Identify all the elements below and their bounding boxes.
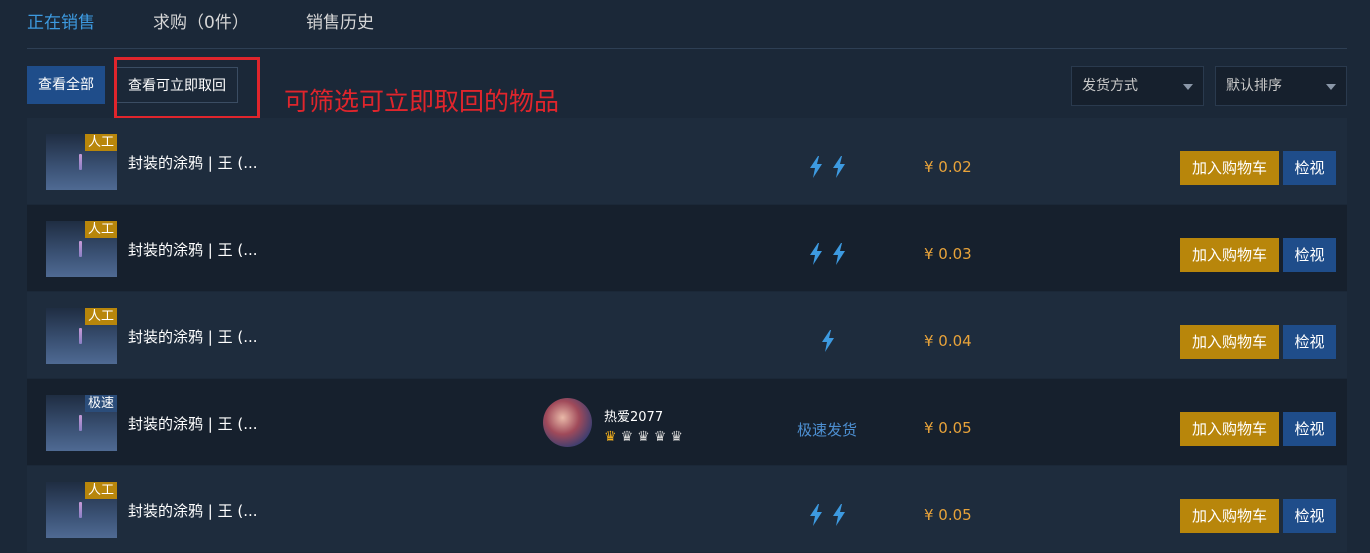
- item-name[interactable]: 封装的涂鸦 | 王 (...: [128, 239, 258, 260]
- lightning-icon: [810, 504, 822, 526]
- manual-tag: 人工: [84, 308, 117, 325]
- seller-avatar[interactable]: [543, 398, 592, 447]
- manual-tag: 人工: [84, 482, 117, 499]
- manual-tag: 人工: [84, 134, 117, 151]
- instant-delivery-icons: [809, 504, 855, 526]
- gray-crown-icon: ♛: [670, 429, 687, 445]
- lightning-icon: [810, 243, 822, 265]
- add-to-cart-button[interactable]: 加入购物车: [1180, 412, 1279, 446]
- item-thumbnail[interactable]: 人工: [46, 308, 117, 364]
- add-to-cart-button[interactable]: 加入购物车: [1180, 151, 1279, 185]
- seller-name[interactable]: 热爱2077: [604, 406, 663, 425]
- price: ¥ 0.05: [924, 506, 972, 524]
- item-name[interactable]: 封装的涂鸦 | 王 (...: [128, 152, 258, 173]
- tab-buy-orders[interactable]: 求购（0件）: [153, 8, 249, 33]
- instant-delivery-icons: [821, 330, 844, 352]
- item-thumbnail[interactable]: 极速: [46, 395, 117, 451]
- lightning-icon: [810, 156, 822, 178]
- price: ¥ 0.03: [924, 245, 972, 263]
- add-to-cart-button[interactable]: 加入购物车: [1180, 238, 1279, 272]
- chevron-down-icon: [1326, 84, 1336, 90]
- tab-bar: 正在销售 求购（0件） 销售历史: [27, 0, 1347, 49]
- inspect-button[interactable]: 检视: [1283, 325, 1336, 359]
- lightning-icon: [822, 330, 834, 352]
- listing-row: 人工 封装的涂鸦 | 王 (... ¥ 0.02 加入购物车 检视: [27, 118, 1347, 204]
- gray-crown-icon: ♛: [620, 429, 638, 445]
- manual-tag: 人工: [84, 221, 117, 238]
- listing-row: 人工 封装的涂鸦 | 王 (... ¥ 0.05 加入购物车 检视: [27, 466, 1347, 552]
- instant-delivery-icons: [809, 156, 855, 178]
- graffiti-icon: [79, 502, 82, 518]
- item-thumbnail[interactable]: 人工: [46, 221, 117, 277]
- shipping-method-select[interactable]: 发货方式: [1071, 66, 1204, 106]
- fast-tag: 极速: [84, 395, 117, 412]
- inspect-button[interactable]: 检视: [1283, 499, 1336, 533]
- lightning-icon: [833, 504, 845, 526]
- item-name[interactable]: 封装的涂鸦 | 王 (...: [128, 326, 258, 347]
- item-thumbnail[interactable]: 人工: [46, 482, 117, 538]
- add-to-cart-button[interactable]: 加入购物车: [1180, 325, 1279, 359]
- listing-row: 极速 封装的涂鸦 | 王 (... 热爱2077 ♛♛♛♛♛ 极速发货 ¥ 0.…: [27, 379, 1347, 465]
- gray-crown-icon: ♛: [653, 429, 671, 445]
- sort-value: 默认排序: [1226, 78, 1282, 94]
- instant-delivery-icons: [809, 243, 855, 265]
- graffiti-icon: [79, 415, 82, 431]
- listing-row: 人工 封装的涂鸦 | 王 (... ¥ 0.03 加入购物车 检视: [27, 205, 1347, 291]
- view-all-button[interactable]: 查看全部: [27, 66, 105, 104]
- chevron-down-icon: [1183, 84, 1193, 90]
- graffiti-icon: [79, 154, 82, 170]
- add-to-cart-button[interactable]: 加入购物车: [1180, 499, 1279, 533]
- seller-badges: ♛♛♛♛♛: [604, 429, 687, 445]
- annotation-text: 可筛选可立即取回的物品: [284, 87, 560, 116]
- item-name[interactable]: 封装的涂鸦 | 王 (...: [128, 413, 258, 434]
- item-thumbnail[interactable]: 人工: [46, 134, 117, 190]
- price: ¥ 0.02: [924, 158, 972, 176]
- graffiti-icon: [79, 241, 82, 257]
- inspect-button[interactable]: 检视: [1283, 151, 1336, 185]
- tab-sales-history[interactable]: 销售历史: [306, 8, 374, 33]
- sort-select[interactable]: 默认排序: [1215, 66, 1347, 106]
- item-name[interactable]: 封装的涂鸦 | 王 (...: [128, 500, 258, 521]
- highlight-box: [114, 57, 260, 119]
- lightning-icon: [833, 243, 845, 265]
- lightning-icon: [833, 156, 845, 178]
- gray-crown-icon: ♛: [637, 429, 654, 445]
- price: ¥ 0.05: [924, 419, 972, 437]
- graffiti-icon: [79, 328, 82, 344]
- shipping-method-value: 发货方式: [1082, 78, 1138, 94]
- listing-row: 人工 封装的涂鸦 | 王 (... ¥ 0.04 加入购物车 检视: [27, 292, 1347, 378]
- tab-on-sale[interactable]: 正在销售: [27, 8, 95, 33]
- price: ¥ 0.04: [924, 332, 972, 350]
- fast-shipping-label: 极速发货: [797, 421, 858, 439]
- gold-crown-icon: ♛: [604, 429, 621, 445]
- inspect-button[interactable]: 检视: [1283, 238, 1336, 272]
- inspect-button[interactable]: 检视: [1283, 412, 1336, 446]
